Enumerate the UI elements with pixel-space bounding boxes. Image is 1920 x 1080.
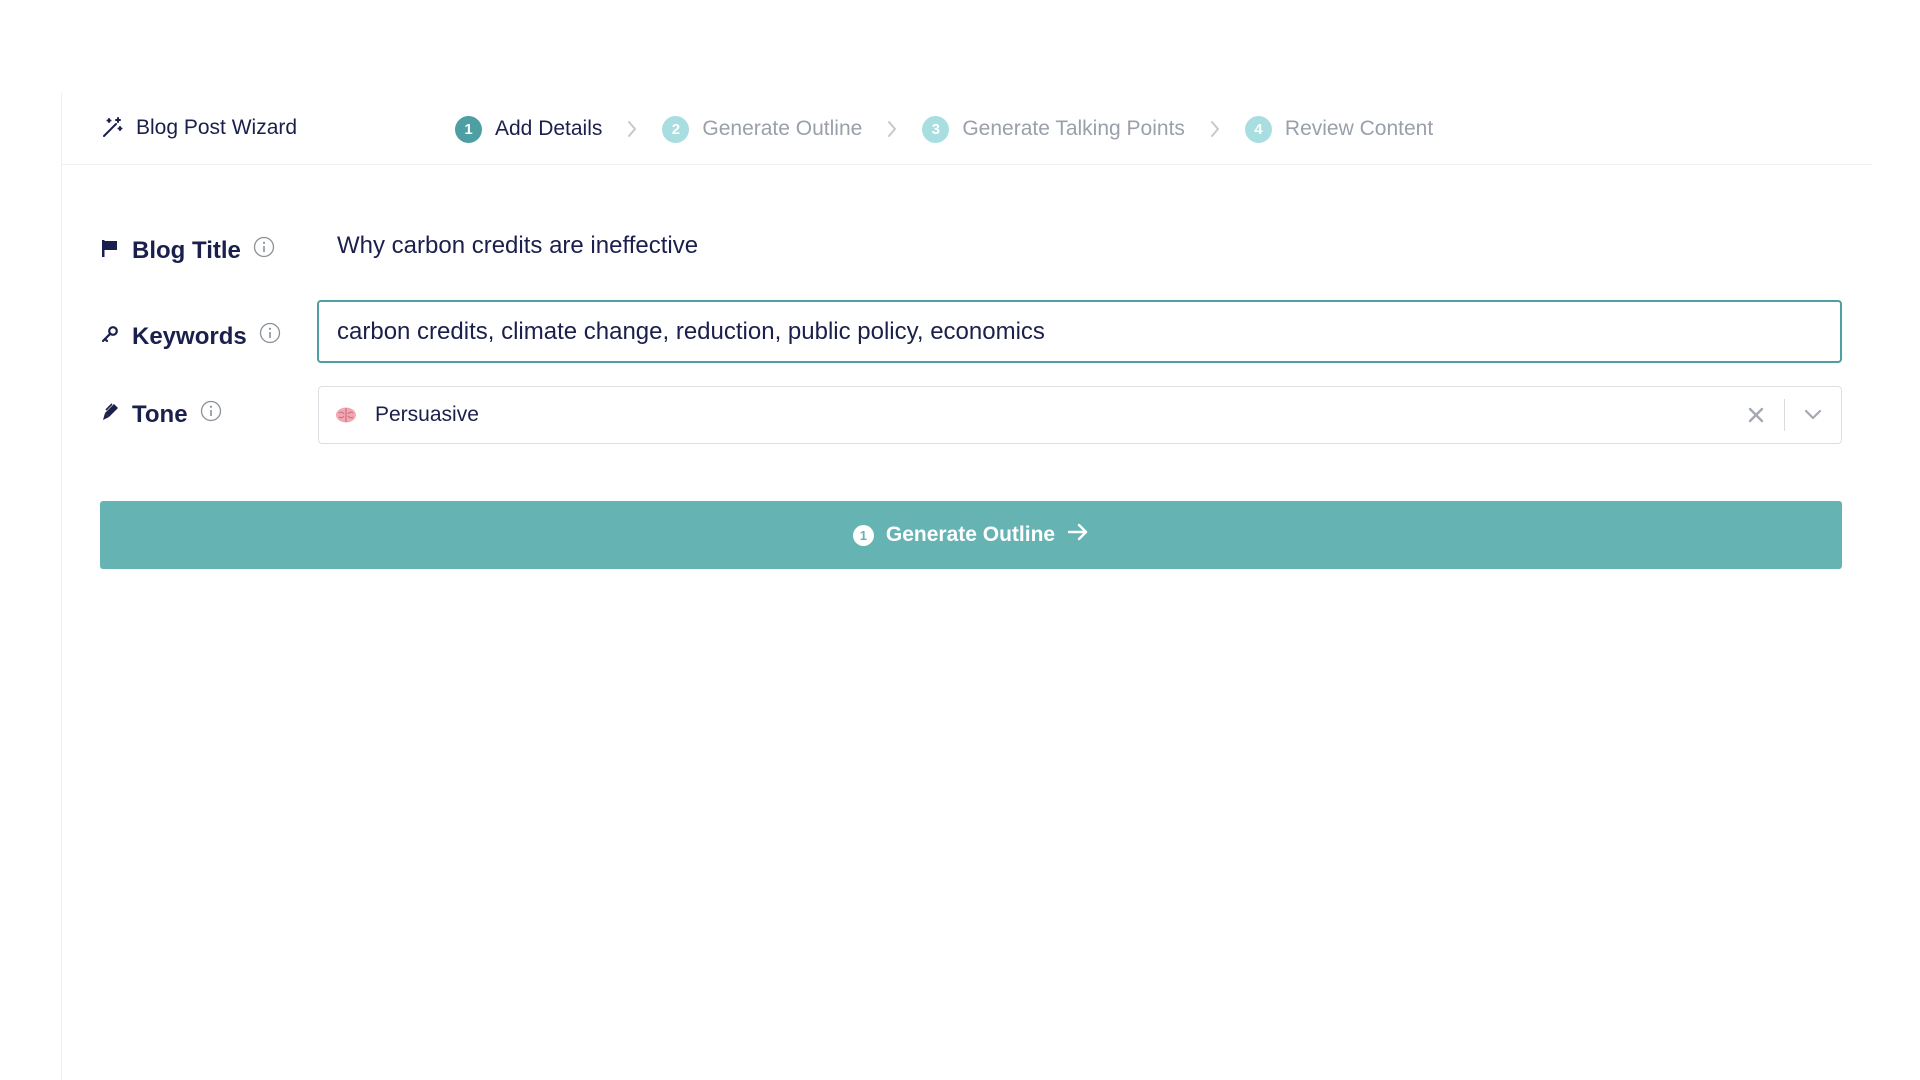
keywords-input[interactable] — [317, 300, 1842, 363]
clear-icon[interactable] — [1745, 404, 1767, 426]
step-label: Generate Outline — [702, 117, 863, 140]
blog-title-value[interactable]: Why carbon credits are ineffective — [337, 232, 698, 260]
chevron-right-icon — [1209, 119, 1221, 139]
step-label: Review Content — [1284, 117, 1434, 140]
generate-outline-button[interactable]: 1 Generate Outline — [100, 501, 1842, 569]
generate-outline-label: Generate Outline — [885, 523, 1056, 546]
chevron-down-icon[interactable] — [1801, 404, 1825, 426]
step-number-badge: 1 — [852, 524, 874, 546]
keywords-label-text: Keywords — [132, 322, 247, 350]
step-number: 4 — [1244, 115, 1272, 143]
tone-label: Tone — [100, 400, 222, 429]
flag-icon — [100, 237, 120, 265]
chevron-right-icon — [626, 119, 638, 139]
select-divider — [1784, 399, 1785, 431]
step-label: Generate Talking Points — [962, 117, 1185, 140]
step-generate-outline[interactable]: 2 Generate Outline — [662, 115, 863, 143]
info-icon[interactable] — [253, 236, 275, 265]
step-number: 3 — [922, 115, 950, 143]
tone-label-text: Tone — [132, 400, 188, 428]
tone-value-text: Persuasive — [375, 403, 479, 426]
step-add-details[interactable]: 1 Add Details — [455, 115, 603, 143]
magic-wand-icon — [100, 116, 124, 140]
brain-icon — [335, 406, 357, 424]
step-number: 2 — [662, 115, 690, 143]
tone-select[interactable]: Persuasive — [318, 386, 1842, 444]
step-generate-talking-points[interactable]: 3 Generate Talking Points — [922, 115, 1185, 143]
keywords-label: Keywords — [100, 322, 281, 351]
wizard-steps: 1 Add Details 2 Generate Outline 3 Gener… — [455, 112, 1433, 146]
page-left-border — [61, 92, 62, 1080]
tone-selected-value: Persuasive — [335, 387, 479, 443]
pen-icon — [100, 401, 120, 429]
info-icon[interactable] — [259, 322, 281, 351]
blog-title-label-text: Blog Title — [132, 236, 241, 264]
chevron-right-icon — [886, 119, 898, 139]
arrow-right-icon — [1067, 523, 1089, 547]
step-label: Add Details — [495, 117, 603, 140]
step-number: 1 — [455, 115, 482, 143]
wizard-header: Blog Post Wizard 1 Add Details 2 Generat… — [62, 92, 1872, 165]
wizard-brand: Blog Post Wizard — [100, 116, 297, 140]
blog-title-label: Blog Title — [100, 236, 275, 265]
wizard-title: Blog Post Wizard — [136, 116, 298, 139]
key-icon — [100, 323, 120, 351]
info-icon[interactable] — [200, 400, 222, 429]
step-review-content[interactable]: 4 Review Content — [1244, 115, 1434, 143]
